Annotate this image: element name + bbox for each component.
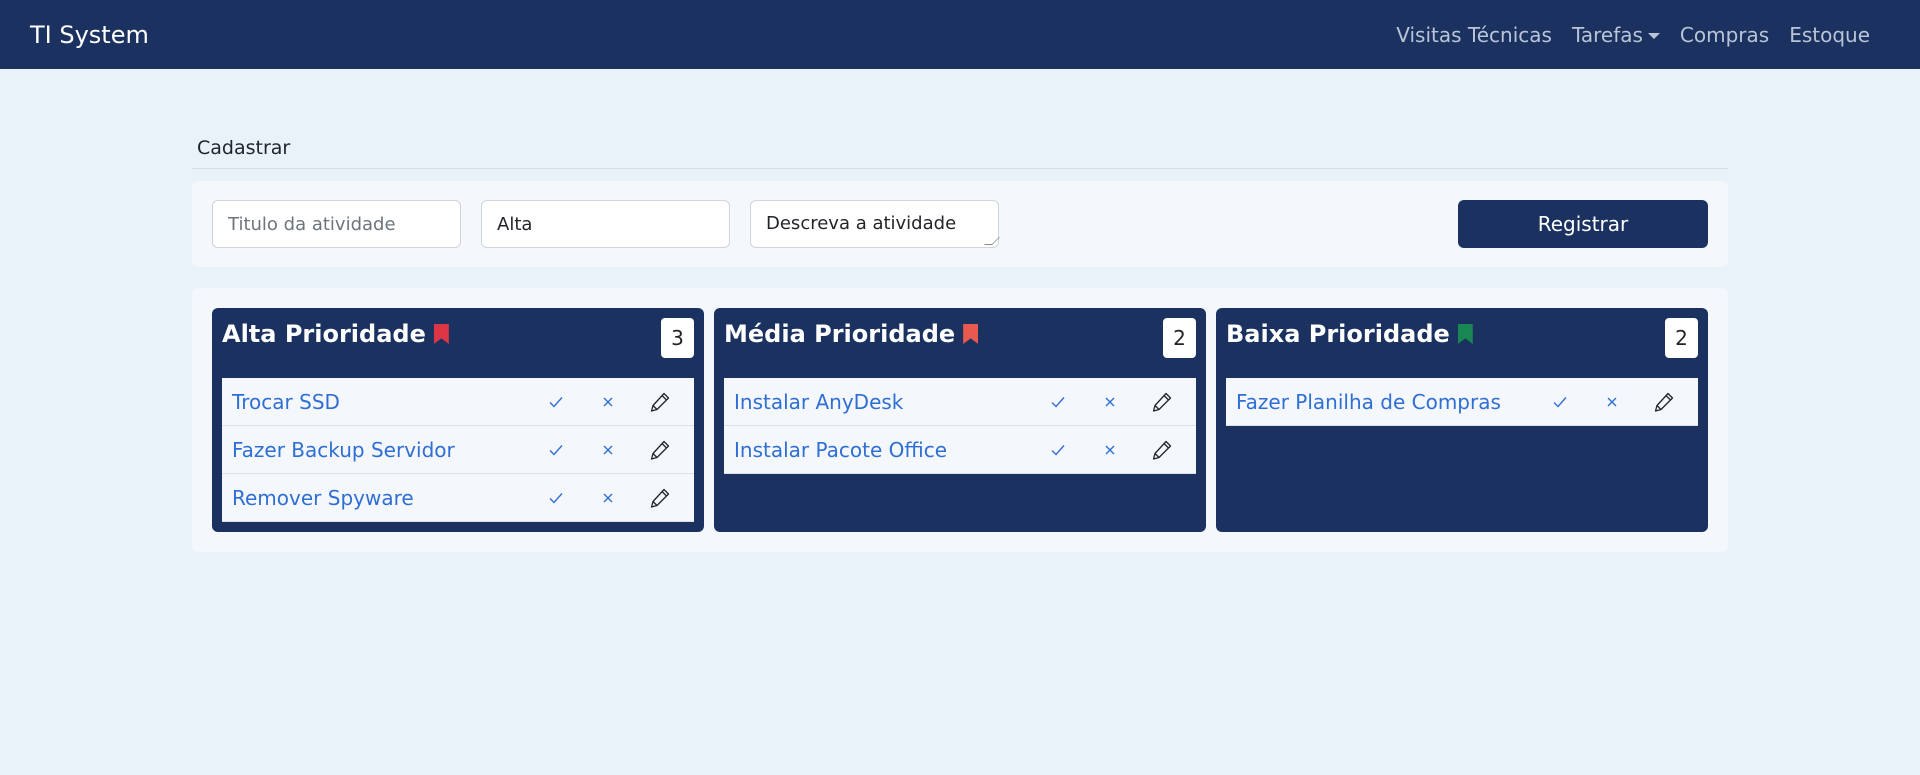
check-icon[interactable] bbox=[544, 390, 568, 414]
count-badge: 2 bbox=[1163, 318, 1196, 358]
nav-compras[interactable]: Compras bbox=[1670, 23, 1779, 47]
column-header: Baixa Prioridade bbox=[1226, 316, 1473, 352]
task-list: Trocar SSD Fazer Backup Servidor Remover S… bbox=[222, 378, 694, 522]
activity-title-input[interactable] bbox=[212, 200, 461, 248]
nav-menu: Visitas Técnicas Tarefas Compras Estoque bbox=[1386, 23, 1880, 47]
pencil-icon[interactable] bbox=[648, 486, 672, 510]
nav-visitas-tecnicas[interactable]: Visitas Técnicas bbox=[1386, 23, 1562, 47]
priority-board: Alta Prioridade 3 Trocar SSD Fazer Backup… bbox=[192, 288, 1728, 552]
pencil-icon[interactable] bbox=[1150, 390, 1174, 414]
register-button[interactable]: Registrar bbox=[1458, 200, 1708, 248]
task-title-link[interactable]: Remover Spyware bbox=[232, 486, 694, 510]
task-item: Remover Spyware bbox=[222, 474, 694, 522]
nav-estoque[interactable]: Estoque bbox=[1779, 23, 1880, 47]
task-item: Instalar Pacote Office bbox=[724, 426, 1196, 474]
task-title-link[interactable]: Fazer Backup Servidor bbox=[232, 438, 694, 462]
check-icon[interactable] bbox=[544, 438, 568, 462]
pencil-icon[interactable] bbox=[648, 390, 672, 414]
close-icon[interactable] bbox=[1600, 390, 1624, 414]
task-list: Instalar AnyDesk Instalar Pacote Office bbox=[724, 378, 1196, 474]
caret-down-icon bbox=[1647, 32, 1660, 39]
brand-link[interactable]: TI System bbox=[30, 21, 149, 49]
check-icon[interactable] bbox=[1548, 390, 1572, 414]
section-title: Cadastrar bbox=[197, 137, 291, 159]
nav-tarefas-dropdown[interactable]: Tarefas bbox=[1562, 23, 1670, 47]
pencil-icon[interactable] bbox=[1652, 390, 1676, 414]
top-navbar: TI System Visitas Técnicas Tarefas Compr… bbox=[0, 0, 1920, 69]
task-item: Fazer Planilha de Compras bbox=[1226, 378, 1698, 426]
column-header: Média Prioridade bbox=[724, 316, 979, 352]
task-item: Instalar AnyDesk bbox=[724, 378, 1196, 426]
task-item: Trocar SSD bbox=[222, 378, 694, 426]
close-icon[interactable] bbox=[596, 486, 620, 510]
count-badge: 3 bbox=[661, 318, 694, 358]
check-icon[interactable] bbox=[1046, 438, 1070, 462]
close-icon[interactable] bbox=[1098, 438, 1122, 462]
bookmark-icon bbox=[433, 324, 449, 344]
pencil-icon[interactable] bbox=[648, 438, 672, 462]
task-item: Fazer Backup Servidor bbox=[222, 426, 694, 474]
task-title-link[interactable]: Instalar Pacote Office bbox=[734, 438, 1196, 462]
pencil-icon[interactable] bbox=[1150, 438, 1174, 462]
count-badge: 2 bbox=[1665, 318, 1698, 358]
close-icon[interactable] bbox=[1098, 390, 1122, 414]
column-baixa-prioridade: Baixa Prioridade 2 Fazer Planilha de Com… bbox=[1216, 308, 1708, 532]
bookmark-icon bbox=[963, 324, 979, 344]
column-title: Média Prioridade bbox=[724, 320, 956, 348]
activity-description-textarea[interactable]: Descreva a atividade bbox=[750, 200, 999, 248]
column-title: Alta Prioridade bbox=[222, 320, 426, 348]
task-title-link[interactable]: Fazer Planilha de Compras bbox=[1236, 390, 1698, 414]
column-media-prioridade: Média Prioridade 2 Instalar AnyDesk Insta… bbox=[714, 308, 1206, 532]
task-title-link[interactable]: Trocar SSD bbox=[232, 390, 694, 414]
check-icon[interactable] bbox=[544, 486, 568, 510]
task-list: Fazer Planilha de Compras bbox=[1226, 378, 1698, 426]
register-form: Alta Descreva a atividade Registrar bbox=[192, 181, 1728, 267]
priority-select-value: Alta bbox=[497, 213, 533, 235]
priority-select[interactable]: Alta bbox=[481, 200, 730, 248]
column-alta-prioridade: Alta Prioridade 3 Trocar SSD Fazer Backup… bbox=[212, 308, 704, 532]
bookmark-icon bbox=[1457, 324, 1473, 344]
column-title: Baixa Prioridade bbox=[1226, 320, 1450, 348]
column-header: Alta Prioridade bbox=[222, 316, 449, 352]
close-icon[interactable] bbox=[596, 390, 620, 414]
check-icon[interactable] bbox=[1046, 390, 1070, 414]
section-divider bbox=[192, 168, 1728, 169]
nav-tarefas-label: Tarefas bbox=[1571, 22, 1643, 47]
close-icon[interactable] bbox=[596, 438, 620, 462]
task-title-link[interactable]: Instalar AnyDesk bbox=[734, 390, 1196, 414]
